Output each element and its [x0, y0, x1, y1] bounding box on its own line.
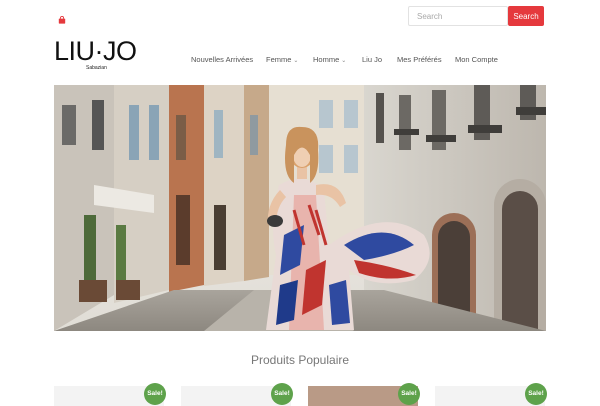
section-title-popular-products: Produits Populaire — [250, 353, 350, 367]
nav-item-label: Liu Jo — [362, 55, 383, 64]
nav-item-nouvelles-arrivees[interactable]: Nouvelles Arrivées — [191, 55, 253, 64]
hero-banner[interactable] — [54, 85, 546, 331]
nav-item-label: Homme — [313, 55, 340, 64]
nav-item-label: Mon Compte — [455, 55, 498, 64]
nav-item-mon-compte[interactable]: Mon Compte — [455, 55, 498, 64]
nav-item-label: Femme — [266, 55, 292, 64]
hero-image — [54, 85, 546, 331]
nav-item-homme[interactable]: Homme ⌄ — [313, 55, 346, 64]
sale-badge: Sale! — [144, 383, 166, 405]
search-button[interactable]: Search — [508, 6, 544, 26]
sale-badge: Sale! — [271, 383, 293, 405]
nav-item-label: Mes Préférés — [397, 55, 442, 64]
nav-item-mes-preferes[interactable]: Mes Préférés — [397, 55, 442, 64]
search-input[interactable] — [408, 6, 508, 26]
nav-item-femme[interactable]: Femme ⌄ — [266, 55, 298, 64]
chevron-down-icon: ⌄ — [341, 58, 347, 64]
chevron-down-icon: ⌄ — [293, 58, 299, 64]
nav-item-liu-jo[interactable]: Liu Jo — [362, 55, 382, 64]
sale-badge: Sale! — [525, 383, 547, 405]
shopping-bag-icon[interactable] — [58, 11, 66, 24]
nav-item-label: Nouvelles Arrivées — [191, 55, 254, 64]
main-navigation: Nouvelles Arrivées Femme ⌄ Homme ⌄ Liu Jo … — [0, 55, 600, 67]
sale-badge: Sale! — [398, 383, 420, 405]
